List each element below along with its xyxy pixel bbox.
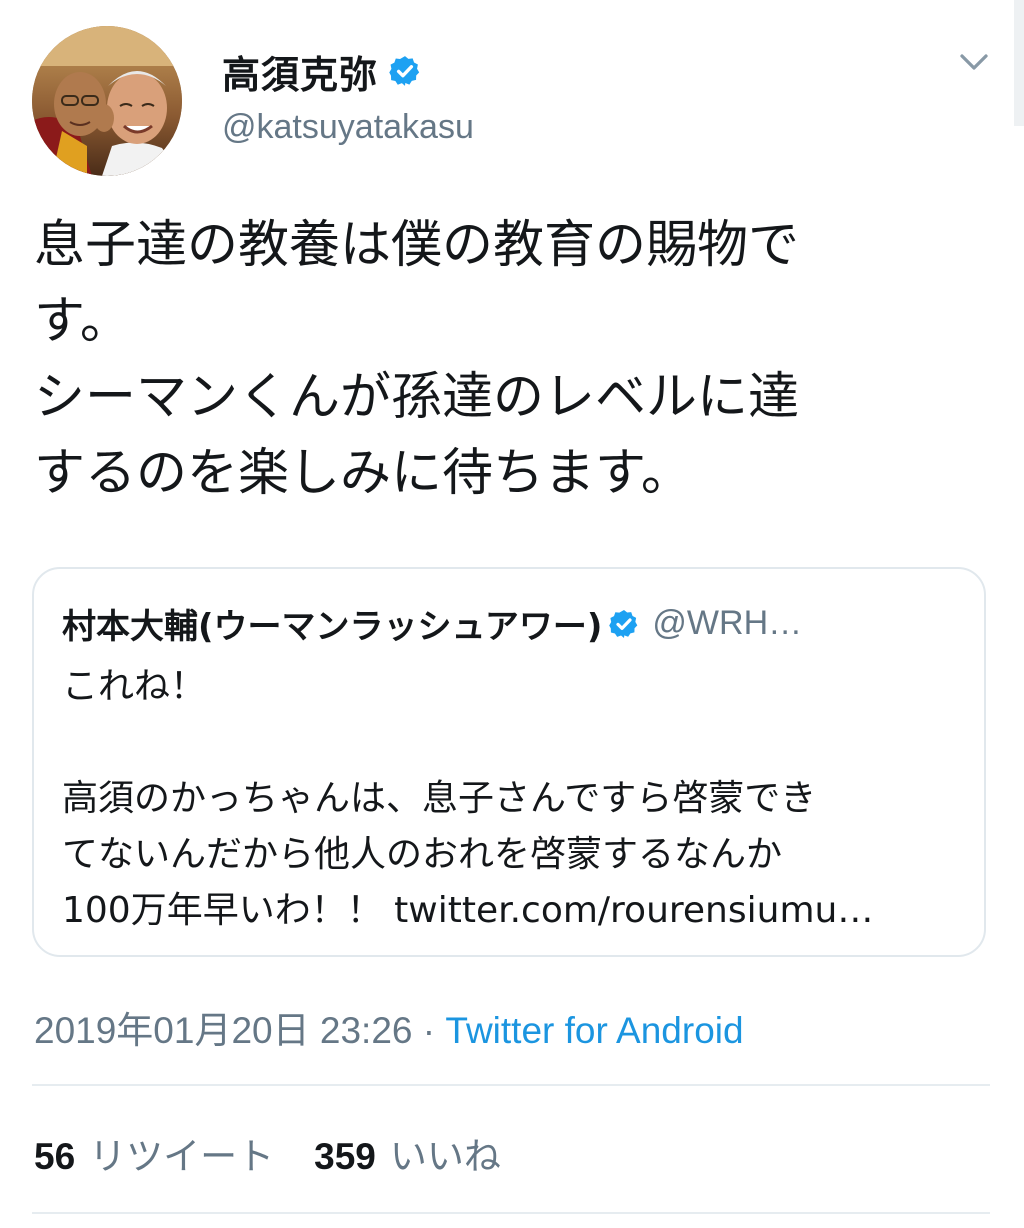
- quoted-tweet-text: これね！ 高須のかっちゃんは、息子さんですら啓蒙でき てないんだから他人のおれを…: [62, 666, 874, 931]
- divider: [32, 1084, 990, 1086]
- quoted-tweet-card[interactable]: 村本大輔(ウーマンラッシュアワー) @WRH… これね！ 高須のかっちゃんは、息…: [32, 567, 986, 957]
- author-name-row[interactable]: 高須克弥: [222, 44, 422, 99]
- like-stat[interactable]: 359 いいね: [314, 1126, 501, 1180]
- verified-badge-icon: [389, 56, 420, 86]
- tweet-text: 息子達の教養は僕の教育の賜物で す。 シーマンくんが孫達のレベルに達 するのを楽…: [34, 216, 800, 503]
- tweet-stats: 56 リツイート 359 いいね: [34, 1126, 501, 1180]
- retweet-label: リツイート: [89, 1135, 275, 1178]
- meta-separator: ·: [412, 1010, 446, 1051]
- quoted-tweet-header: 村本大輔(ウーマンラッシュアワー) @WRH…: [62, 599, 962, 648]
- chevron-down-icon[interactable]: [956, 44, 992, 80]
- author-display-name[interactable]: 高須克弥: [222, 44, 378, 99]
- tweet-meta: 2019年01月20日 23:26 · Twitter for Android: [34, 1000, 744, 1054]
- like-label: いいね: [389, 1135, 501, 1178]
- avatar[interactable]: [32, 26, 182, 176]
- quoted-author-name: 村本大輔(ウーマンラッシュアワー): [62, 607, 603, 647]
- quoted-verified-badge-icon: [609, 609, 638, 638]
- author-handle[interactable]: @katsuyatakasu: [222, 108, 474, 147]
- avatar-photo: [32, 26, 182, 176]
- tweet-header: 高須克弥 @katsuyatakasu: [32, 26, 992, 176]
- quoted-author-handle: @WRH…: [652, 604, 803, 642]
- retweet-count: 56: [34, 1136, 76, 1177]
- divider: [32, 1212, 990, 1214]
- retweet-stat[interactable]: 56 リツイート: [34, 1126, 274, 1180]
- tweet-timestamp[interactable]: 2019年01月20日 23:26: [34, 1010, 413, 1051]
- scrollbar-edge: [1014, 0, 1024, 126]
- tweet-source-link[interactable]: Twitter for Android: [445, 1010, 743, 1051]
- like-count: 359: [314, 1136, 376, 1177]
